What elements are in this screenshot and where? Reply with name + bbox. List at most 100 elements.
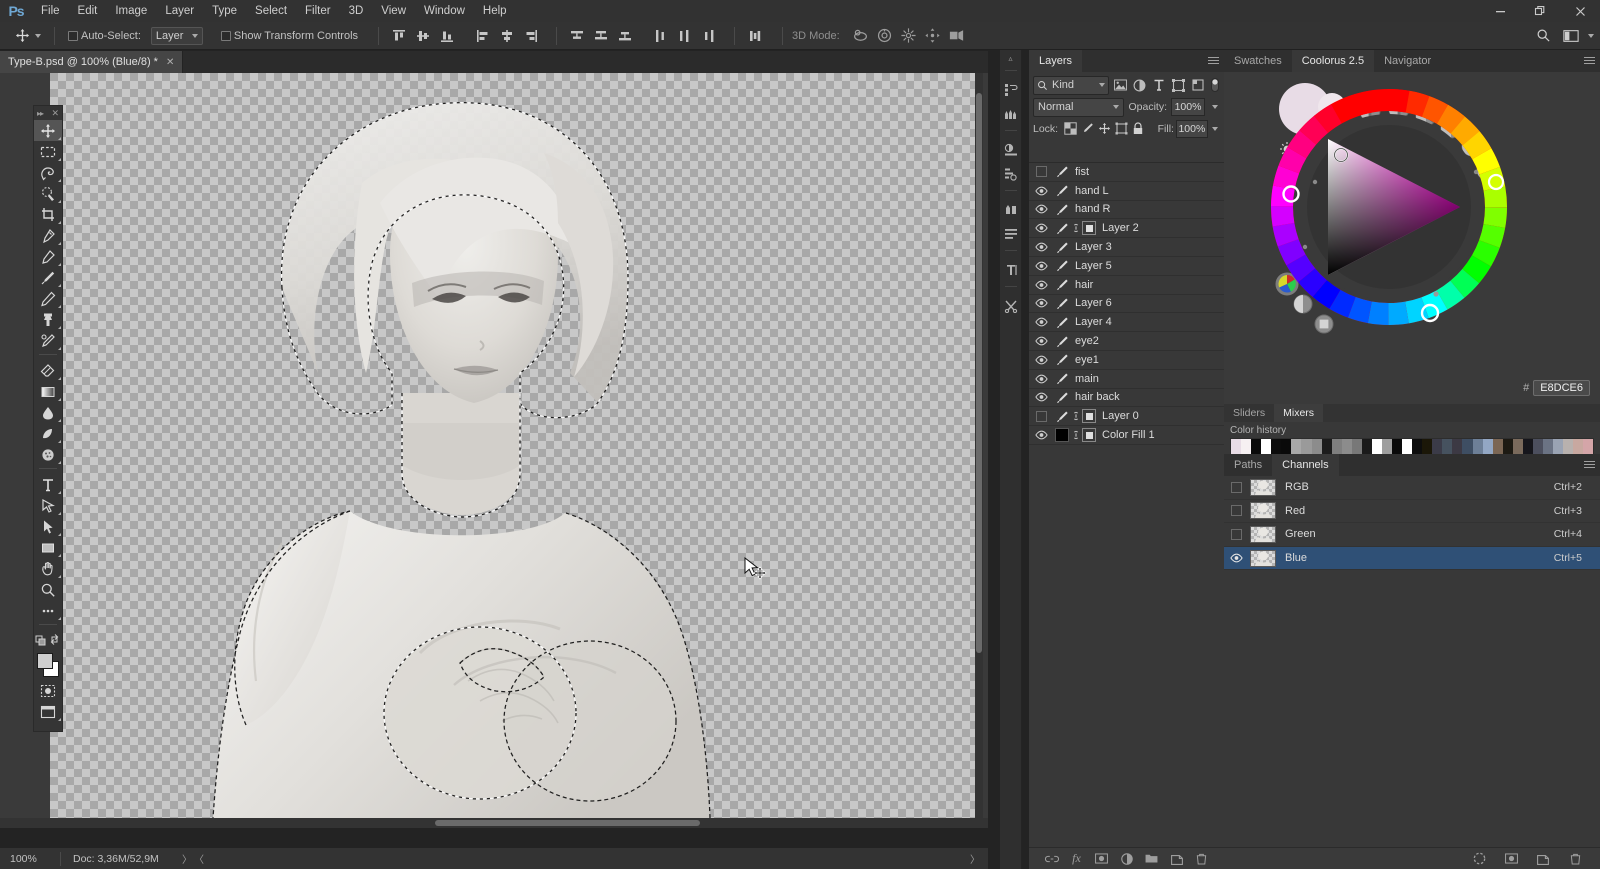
canvas-horizontal-scroll-thumb[interactable]: [435, 820, 700, 826]
layer-visibility-off-icon[interactable]: [1029, 166, 1053, 178]
new-adjustment-layer-icon[interactable]: [1120, 851, 1134, 867]
opacity-value[interactable]: 100%: [1171, 98, 1205, 116]
default-colors-and-swap[interactable]: [34, 630, 62, 648]
drag-3d-object-icon[interactable]: [898, 25, 920, 47]
lasso-tool[interactable]: [34, 162, 62, 183]
channel-list[interactable]: RGB Ctrl+2 Red Ctrl+3 Green Ctrl+4 Blue Ctrl+5: [1224, 476, 1600, 571]
auto-select-group[interactable]: Auto-Select:: [64, 24, 145, 48]
brush-tool[interactable]: [34, 267, 62, 288]
minimize-button[interactable]: [1480, 0, 1520, 22]
blur-tool[interactable]: [34, 402, 62, 423]
align-horizontal-centers-icon[interactable]: [496, 25, 518, 47]
distribute-horizontal-centers-icon[interactable]: [674, 25, 696, 47]
layer-thumbnail[interactable]: [1053, 410, 1071, 423]
crop-tool[interactable]: [34, 204, 62, 225]
layer-row[interactable]: hand R: [1029, 201, 1224, 220]
channel-row[interactable]: Red Ctrl+3: [1224, 500, 1600, 524]
layer-thumbnail[interactable]: [1053, 372, 1071, 385]
layer-filter-kind-dropdown[interactable]: Kind: [1033, 75, 1109, 95]
layer-thumbnail[interactable]: [1053, 428, 1071, 443]
channel-visibility-off-icon[interactable]: [1224, 481, 1248, 493]
zoom-tool[interactable]: [34, 579, 62, 600]
dodge-tool[interactable]: [34, 423, 62, 444]
tab-layers[interactable]: Layers: [1029, 50, 1083, 72]
glyphs-panel-icon[interactable]: [1000, 258, 1022, 282]
adjustments-panel-icon[interactable]: [1000, 138, 1022, 162]
active-tool-preset[interactable]: [8, 24, 45, 48]
clone-stamp-tool[interactable]: [34, 309, 62, 330]
layer-visibility-eye-icon[interactable]: [1029, 242, 1053, 252]
fill-stepper-icon[interactable]: [1210, 120, 1220, 138]
layer-visibility-eye-icon[interactable]: [1029, 317, 1053, 327]
new-channel-icon[interactable]: [1536, 851, 1550, 867]
load-channel-as-selection-icon[interactable]: [1472, 851, 1486, 867]
distribute-bottom-edges-icon[interactable]: [614, 25, 636, 47]
scale-3d-object-icon[interactable]: [946, 25, 968, 47]
layer-thumbnail[interactable]: [1053, 316, 1071, 329]
new-layer-icon[interactable]: [1170, 851, 1184, 867]
layer-visibility-eye-icon[interactable]: [1029, 336, 1053, 346]
layer-thumbnail[interactable]: [1053, 203, 1071, 216]
rectangle-tool[interactable]: [34, 537, 62, 558]
new-group-icon[interactable]: [1145, 851, 1159, 867]
layer-row[interactable]: eye1: [1029, 351, 1224, 370]
menu-filter[interactable]: Filter: [296, 0, 340, 22]
rotate-3d-object-icon[interactable]: [850, 25, 872, 47]
menu-file[interactable]: File: [32, 0, 69, 22]
layer-visibility-eye-icon[interactable]: [1029, 223, 1053, 233]
edit-toolbar-tool[interactable]: [34, 600, 62, 621]
gradient-tool[interactable]: [34, 381, 62, 402]
layer-thumbnail[interactable]: [1053, 184, 1071, 197]
layer-mask-thumbnail[interactable]: [1080, 221, 1098, 236]
eyedropper-tool[interactable]: [34, 225, 62, 246]
filter-pixel-layers-icon[interactable]: [1112, 76, 1128, 95]
align-bottom-edges-icon[interactable]: [436, 25, 458, 47]
eraser-tool[interactable]: [34, 360, 62, 381]
layer-visibility-eye-icon[interactable]: [1029, 374, 1053, 384]
delete-channel-icon[interactable]: [1568, 851, 1582, 867]
search-icon[interactable]: [1532, 25, 1554, 47]
path-selection-tool[interactable]: [34, 516, 62, 537]
channel-row[interactable]: Green Ctrl+4: [1224, 523, 1600, 547]
layer-visibility-eye-icon[interactable]: [1029, 186, 1053, 196]
align-vertical-centers-icon[interactable]: [412, 25, 434, 47]
save-selection-as-channel-icon[interactable]: [1504, 851, 1518, 867]
tab-navigator[interactable]: Navigator: [1374, 50, 1441, 72]
character-panel-icon[interactable]: [1000, 198, 1022, 222]
layer-mask-thumbnail[interactable]: [1080, 428, 1098, 443]
layer-thumbnail[interactable]: [1053, 165, 1071, 178]
layer-thumbnail[interactable]: [1053, 353, 1071, 366]
toolbox-close-icon[interactable]: ✕: [51, 108, 59, 119]
menu-edit[interactable]: Edit: [69, 0, 107, 22]
filter-enable-toggle[interactable]: [1209, 76, 1220, 95]
distribute-left-edges-icon[interactable]: [650, 25, 672, 47]
move-tool[interactable]: [34, 120, 62, 141]
lock-all-icon[interactable]: [1131, 120, 1146, 137]
channel-visibility-off-icon[interactable]: [1224, 505, 1248, 517]
layers-panel-menu-icon[interactable]: [1208, 55, 1220, 67]
distribute-vertical-centers-icon[interactable]: [590, 25, 612, 47]
rectangular-marquee-tool[interactable]: [34, 141, 62, 162]
layer-row[interactable]: Layer 5: [1029, 257, 1224, 276]
layer-visibility-eye-icon[interactable]: [1029, 298, 1053, 308]
menu-select[interactable]: Select: [246, 0, 296, 22]
workspace-chevron-icon[interactable]: [1588, 33, 1594, 38]
filter-shape-layers-icon[interactable]: [1170, 76, 1186, 95]
workspace-switcher-icon[interactable]: [1560, 25, 1582, 47]
layer-row[interactable]: Layer 4: [1029, 313, 1224, 333]
menu-type[interactable]: Type: [203, 0, 246, 22]
filter-smart-object-icon[interactable]: [1190, 76, 1206, 95]
lock-image-pixels-icon[interactable]: [1080, 120, 1095, 137]
styles-panel-icon[interactable]: [1000, 162, 1022, 186]
channel-row[interactable]: Blue Ctrl+5: [1224, 546, 1600, 571]
coolorus-color-wheel[interactable]: [1264, 82, 1514, 332]
menu-image[interactable]: Image: [106, 0, 156, 22]
slide-3d-object-icon[interactable]: [922, 25, 944, 47]
tab-channels[interactable]: Channels: [1272, 454, 1339, 476]
blend-mode-dropdown[interactable]: Normal: [1033, 97, 1125, 117]
hex-color-value[interactable]: E8DCE6: [1533, 380, 1590, 396]
menu-layer[interactable]: Layer: [156, 0, 203, 22]
lock-position-icon[interactable]: [1097, 120, 1112, 137]
delete-layer-icon[interactable]: [1195, 851, 1209, 867]
layer-thumbnail[interactable]: [1053, 391, 1071, 404]
